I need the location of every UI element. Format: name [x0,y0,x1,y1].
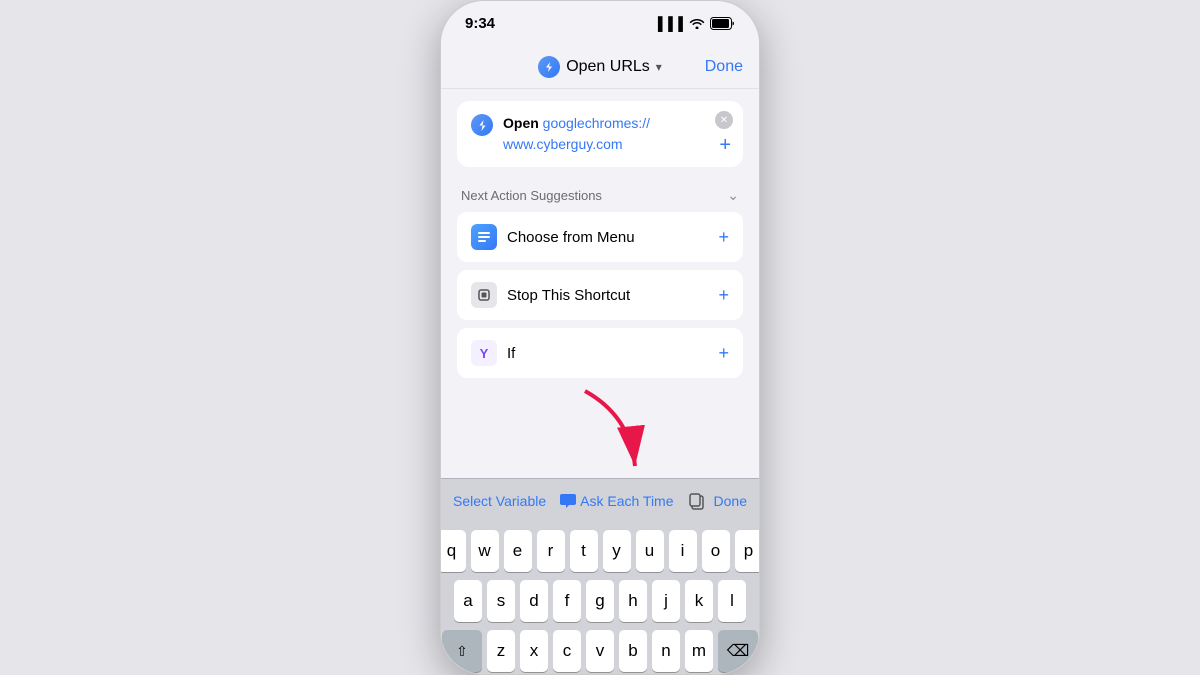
suggestion-if[interactable]: Y If + [457,328,743,378]
key-e[interactable]: e [504,530,532,572]
key-x[interactable]: x [520,630,548,672]
content-area: Open googlechromes:// www.cyberguy.com ✕… [441,89,759,478]
shift-key[interactable]: ⇧ [442,630,482,672]
choose-from-menu-add[interactable]: + [718,227,729,248]
keyboard-row-3: ⇧ z x c v b n m ⌫ [444,630,756,672]
phone-frame: 9:34 ▐▐▐ Open URLs ▾ Done [440,0,760,675]
key-q[interactable]: q [440,530,466,572]
nav-bar: Open URLs ▾ Done [441,45,759,89]
key-f[interactable]: f [553,580,581,622]
stop-shortcut-add[interactable]: + [718,285,729,306]
toolbar-right: Done [688,492,747,510]
key-b[interactable]: b [619,630,647,672]
key-t[interactable]: t [570,530,598,572]
key-z[interactable]: z [487,630,515,672]
key-h[interactable]: h [619,580,647,622]
keyboard-row-2: a s d f g h j k l [444,580,756,622]
key-k[interactable]: k [685,580,713,622]
status-bar: 9:34 ▐▐▐ [441,1,759,45]
key-y[interactable]: y [603,530,631,572]
battery-icon [710,17,735,30]
select-variable-button[interactable]: Select Variable [453,493,546,509]
copy-icon[interactable] [688,492,706,510]
choose-from-menu-label: Choose from Menu [507,229,708,246]
toolbar-done-button[interactable]: Done [714,493,747,509]
key-w[interactable]: w [471,530,499,572]
nav-title-text: Open URLs [566,58,650,76]
chat-bubble-icon [560,494,576,508]
key-m[interactable]: m [685,630,713,672]
delete-key[interactable]: ⌫ [718,630,758,672]
annotation-arrow-container [457,386,743,466]
signal-icon: ▐▐▐ [653,16,684,31]
stop-shortcut-icon [471,282,497,308]
suggestion-choose-from-menu[interactable]: Choose from Menu + [457,212,743,262]
open-label: Open [503,115,543,131]
key-l[interactable]: l [718,580,746,622]
url-close-button[interactable]: ✕ [715,111,733,129]
keyboard-row-1: q w e r t y u i o p [444,530,756,572]
choose-from-menu-icon [471,224,497,250]
if-label: If [507,345,708,362]
open-url-icon [471,114,493,136]
status-time: 9:34 [465,15,495,32]
status-icons: ▐▐▐ [653,16,735,31]
red-arrow [570,386,650,476]
key-r[interactable]: r [537,530,565,572]
key-p[interactable]: p [735,530,761,572]
key-c[interactable]: c [553,630,581,672]
suggestion-stop-shortcut[interactable]: Stop This Shortcut + [457,270,743,320]
key-n[interactable]: n [652,630,680,672]
suggestions-chevron-icon[interactable]: ⌄ [727,187,739,204]
nav-chevron-icon[interactable]: ▾ [656,60,662,74]
suggestions-header: Next Action Suggestions ⌄ [457,187,743,212]
if-add[interactable]: + [718,343,729,364]
url-text: Open googlechromes:// www.cyberguy.com [503,115,650,152]
url-card[interactable]: Open googlechromes:// www.cyberguy.com ✕… [457,101,743,167]
shortcuts-icon [538,56,560,78]
key-o[interactable]: o [702,530,730,572]
if-icon: Y [471,340,497,366]
url-content: Open googlechromes:// www.cyberguy.com [503,113,729,155]
key-i[interactable]: i [669,530,697,572]
suggestions-label: Next Action Suggestions [461,188,602,203]
nav-title: Open URLs ▾ [538,56,662,78]
key-s[interactable]: s [487,580,515,622]
ask-each-time-button[interactable]: Ask Each Time [560,493,673,509]
url-add-button[interactable]: + [719,134,731,157]
key-g[interactable]: g [586,580,614,622]
key-u[interactable]: u [636,530,664,572]
nav-done-button[interactable]: Done [705,58,743,76]
keyboard: q w e r t y u i o p a s d f g h j k l ⇧ … [441,522,759,675]
wifi-icon [689,17,705,29]
stop-shortcut-label: Stop This Shortcut [507,287,708,304]
key-a[interactable]: a [454,580,482,622]
keyboard-toolbar: Select Variable Ask Each Time Done [441,478,759,522]
ask-each-time-label: Ask Each Time [580,493,673,509]
key-v[interactable]: v [586,630,614,672]
key-d[interactable]: d [520,580,548,622]
key-j[interactable]: j [652,580,680,622]
